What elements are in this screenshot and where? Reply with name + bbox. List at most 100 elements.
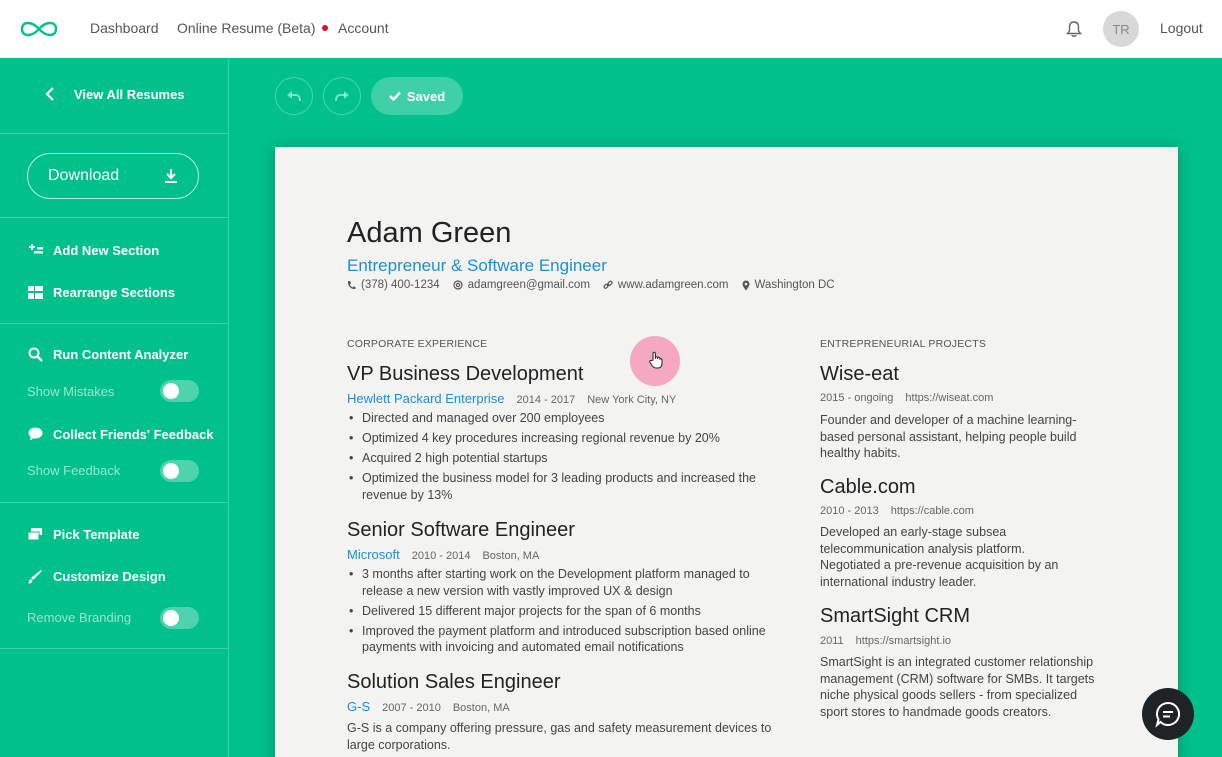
- chat-button[interactable]: [1142, 688, 1194, 740]
- saved-button[interactable]: Saved: [371, 77, 463, 115]
- job-meta: G-S 2007 - 2010 Boston, MA: [347, 699, 510, 714]
- remove-branding-label: Remove Branding: [27, 610, 132, 625]
- job-location: Boston, MA: [482, 550, 540, 562]
- template-icon: [27, 526, 43, 542]
- project-url[interactable]: https://smartsight.io: [856, 635, 951, 647]
- undo-icon: [287, 91, 301, 102]
- list-item: Optimized 4 key procedures increasing re…: [347, 430, 772, 447]
- project-dates: 2011: [820, 635, 844, 647]
- toggle-knob: [163, 610, 179, 626]
- undo-button[interactable]: [275, 77, 313, 115]
- job-bullets[interactable]: Directed and managed over 200 employees …: [347, 410, 772, 507]
- show-feedback-label: Show Feedback: [27, 463, 121, 478]
- bell-icon[interactable]: [1065, 20, 1083, 38]
- entrepreneurial-projects-heading[interactable]: ENTREPRENEURIAL PROJECTS: [820, 338, 986, 350]
- project-dates: 2010 - 2013: [820, 505, 879, 517]
- company-name[interactable]: G-S: [347, 699, 370, 714]
- redo-icon: [335, 91, 349, 102]
- project-description[interactable]: SmartSight is an integrated customer rel…: [820, 654, 1095, 720]
- rearrange-sections-button[interactable]: Rearrange Sections: [27, 284, 175, 300]
- project-description[interactable]: Developed an early-stage subsea telecomm…: [820, 524, 1085, 590]
- view-all-resumes-link[interactable]: View All Resumes: [42, 86, 185, 102]
- project-title[interactable]: Wise-eat: [820, 363, 899, 386]
- saved-label: Saved: [406, 88, 446, 104]
- nav-dashboard[interactable]: Dashboard: [90, 20, 159, 36]
- list-item: 3 months after starting work on the Deve…: [347, 566, 772, 599]
- contact-location[interactable]: Washington DC: [742, 279, 835, 291]
- top-navbar: Dashboard Online Resume (Beta) Account T…: [0, 0, 1222, 58]
- cursor-highlight: [630, 336, 680, 386]
- add-section-icon: [27, 242, 43, 258]
- download-label: Download: [48, 167, 120, 184]
- contact-email[interactable]: adamgreen@gmail.com: [453, 279, 590, 291]
- job-title[interactable]: Solution Sales Engineer: [347, 671, 560, 694]
- chat-icon: [1155, 701, 1180, 728]
- corporate-experience-heading[interactable]: CORPORATE EXPERIENCE: [347, 338, 487, 350]
- job-title[interactable]: Senior Software Engineer: [347, 519, 575, 542]
- resume-document[interactable]: Adam Green Entrepreneur & Software Engin…: [275, 147, 1178, 757]
- job-title[interactable]: VP Business Development: [347, 363, 583, 386]
- project-meta: 2011 https://smartsight.io: [820, 635, 951, 647]
- contact-phone[interactable]: (378) 400-1234: [347, 279, 440, 291]
- job-dates: 2014 - 2017: [516, 394, 576, 406]
- pick-template-button[interactable]: Pick Template: [27, 526, 139, 542]
- job-meta: Microsoft 2010 - 2014 Boston, MA: [347, 547, 539, 562]
- toggle-knob: [163, 463, 179, 479]
- redo-button[interactable]: [323, 77, 361, 115]
- job-description[interactable]: G-S is a company offering pressure, gas …: [347, 720, 777, 753]
- contact-website[interactable]: www.adamgreen.com: [603, 279, 729, 291]
- download-icon: [165, 169, 177, 183]
- logo-icon[interactable]: [19, 18, 59, 40]
- project-meta: 2010 - 2013 https://cable.com: [820, 505, 974, 517]
- add-new-section-label: Add New Section: [53, 242, 160, 258]
- project-title[interactable]: Cable.com: [820, 476, 916, 499]
- company-name[interactable]: Microsoft: [347, 547, 400, 562]
- chat-bubble-icon: [27, 426, 43, 442]
- run-content-analyzer-button[interactable]: Run Content Analyzer: [27, 346, 188, 362]
- divider: [0, 217, 228, 218]
- email-text: adamgreen@gmail.com: [467, 279, 590, 291]
- rearrange-sections-label: Rearrange Sections: [53, 284, 176, 300]
- phone-text: (378) 400-1234: [361, 279, 440, 291]
- check-icon: [388, 91, 401, 101]
- divider: [0, 502, 228, 503]
- website-text: www.adamgreen.com: [617, 279, 729, 291]
- list-item: Optimized the business model for 3 leadi…: [347, 470, 772, 503]
- at-icon: [453, 280, 463, 290]
- show-mistakes-toggle[interactable]: [160, 380, 199, 402]
- link-icon: [603, 280, 613, 289]
- location-text: Washington DC: [754, 279, 835, 291]
- collect-feedback-label: Collect Friends' Feedback: [53, 426, 214, 442]
- search-icon: [27, 346, 43, 362]
- job-location: New York City, NY: [587, 394, 677, 406]
- nav-online-resume-label: Online Resume (Beta): [177, 20, 316, 36]
- customize-design-button[interactable]: Customize Design: [27, 568, 166, 584]
- contact-row: (378) 400-1234 adamgreen@gmail.com www.a…: [347, 279, 848, 291]
- chevron-left-icon: [42, 86, 58, 102]
- logout-link[interactable]: Logout: [1160, 20, 1203, 36]
- download-button[interactable]: Download: [27, 153, 199, 199]
- phone-icon: [347, 281, 356, 290]
- remove-branding-toggle[interactable]: [160, 607, 199, 629]
- company-name[interactable]: Hewlett Packard Enterprise: [347, 391, 505, 406]
- job-dates: 2010 - 2014: [411, 550, 471, 562]
- job-bullets[interactable]: 3 months after starting work on the Deve…: [347, 566, 772, 659]
- resume-name[interactable]: Adam Green: [347, 217, 511, 250]
- avatar[interactable]: TR: [1103, 11, 1139, 47]
- toggle-knob: [163, 383, 179, 399]
- rearrange-icon: [27, 284, 43, 300]
- project-url[interactable]: https://wiseat.com: [905, 392, 993, 404]
- job-meta: Hewlett Packard Enterprise 2014 - 2017 New…: [347, 391, 676, 406]
- divider: [0, 133, 228, 134]
- collect-feedback-button[interactable]: Collect Friends' Feedback: [27, 426, 214, 442]
- project-url[interactable]: https://cable.com: [891, 505, 974, 517]
- project-title[interactable]: SmartSight CRM: [820, 605, 970, 628]
- sidebar: View All Resumes Download Add New Sectio…: [0, 58, 229, 757]
- nav-online-resume[interactable]: Online Resume (Beta): [177, 20, 328, 36]
- nav-account[interactable]: Account: [338, 20, 389, 36]
- project-description[interactable]: Founder and developer of a machine learn…: [820, 412, 1100, 462]
- show-feedback-toggle[interactable]: [160, 460, 199, 482]
- brush-icon: [27, 568, 43, 584]
- add-new-section-button[interactable]: Add New Section: [27, 242, 159, 258]
- resume-title[interactable]: Entrepreneur & Software Engineer: [347, 256, 607, 276]
